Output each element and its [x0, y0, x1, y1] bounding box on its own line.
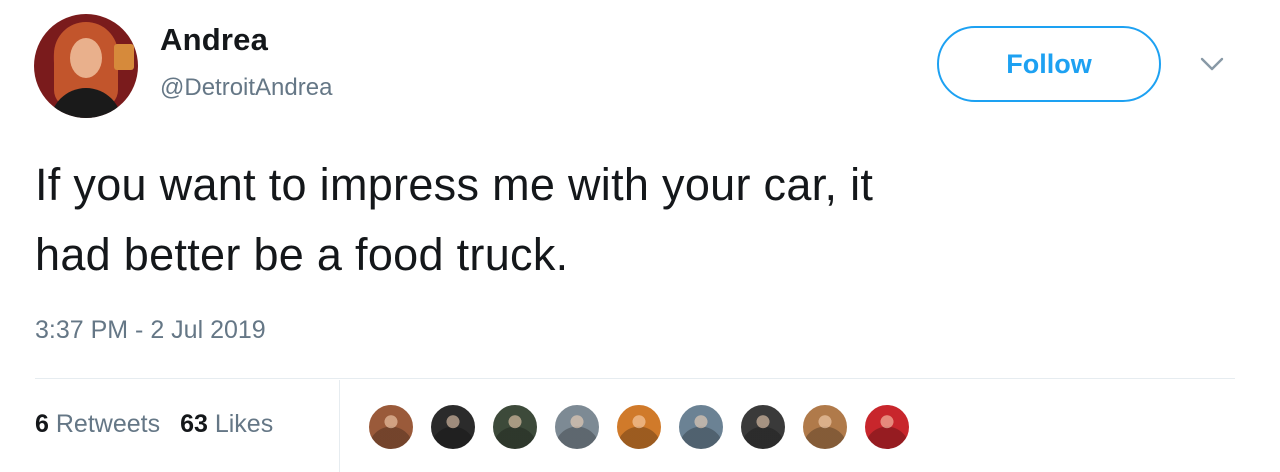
liker-avatar[interactable]	[862, 402, 912, 452]
stats-separator	[339, 380, 340, 472]
liker-avatar[interactable]	[614, 402, 664, 452]
liker-avatar[interactable]	[800, 402, 850, 452]
retweets-stat[interactable]: 6 Retweets	[35, 410, 160, 438]
likes-label: Likes	[214, 410, 274, 438]
liker-avatars	[366, 402, 924, 452]
follow-button[interactable]: Follow	[937, 26, 1161, 102]
tweet-text-line: had better be a food truck.	[35, 229, 569, 280]
divider	[35, 378, 1235, 379]
avatar-face	[70, 38, 102, 78]
retweets-count: 6	[35, 410, 49, 438]
liker-avatar[interactable]	[552, 402, 602, 452]
liker-avatar[interactable]	[738, 402, 788, 452]
avatar-background-sign	[114, 44, 134, 70]
chevron-down-icon[interactable]	[1198, 50, 1226, 78]
retweets-label: Retweets	[55, 410, 161, 438]
liker-avatar[interactable]	[428, 402, 478, 452]
liker-avatar[interactable]	[366, 402, 416, 452]
user-handle[interactable]: @DetroitAndrea	[160, 74, 332, 102]
likes-count: 63	[180, 410, 208, 438]
liker-avatar[interactable]	[490, 402, 540, 452]
display-name[interactable]: Andrea	[160, 22, 268, 58]
likes-stat[interactable]: 63 Likes	[180, 410, 273, 438]
tweet-stats: 6 Retweets 63 Likes	[35, 410, 273, 439]
tweet-text-line: If you want to impress me with your car,…	[35, 159, 874, 210]
liker-avatar[interactable]	[676, 402, 726, 452]
tweet-text: If you want to impress me with your car,…	[35, 150, 1235, 290]
tweet-timestamp[interactable]: 3:37 PM - 2 Jul 2019	[35, 316, 266, 345]
user-avatar[interactable]	[34, 14, 138, 118]
